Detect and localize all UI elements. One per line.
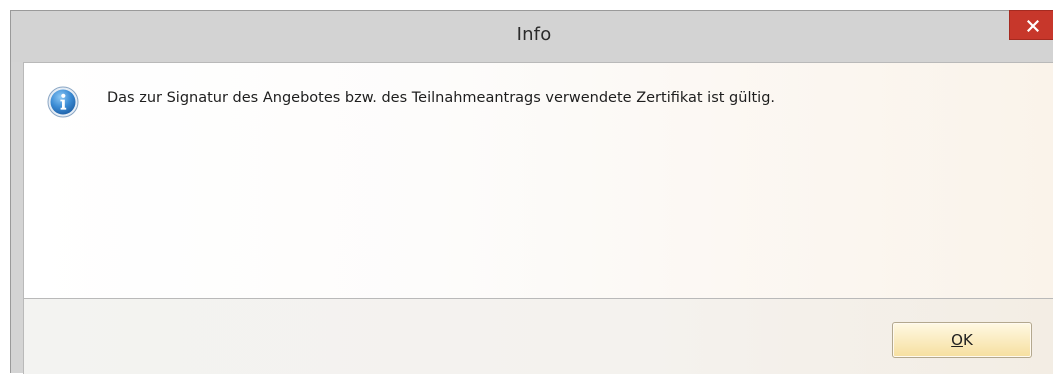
ok-mnemonic: O bbox=[951, 331, 963, 349]
title-bar[interactable]: Info bbox=[11, 10, 1053, 62]
window-title: Info bbox=[516, 24, 552, 45]
close-icon bbox=[1027, 20, 1039, 32]
ok-button[interactable]: OK bbox=[892, 322, 1032, 358]
message-area: Das zur Signatur des Angebotes bzw. des … bbox=[23, 62, 1053, 299]
ok-label-rest: K bbox=[962, 331, 973, 349]
button-bar: OK bbox=[23, 299, 1053, 374]
info-icon bbox=[47, 86, 79, 118]
message-text: Das zur Signatur des Angebotes bzw. des … bbox=[107, 90, 776, 106]
close-button[interactable] bbox=[1009, 10, 1053, 40]
info-dialog: Info Das zur Signatur des Angebotes bzw.… bbox=[10, 10, 1053, 374]
